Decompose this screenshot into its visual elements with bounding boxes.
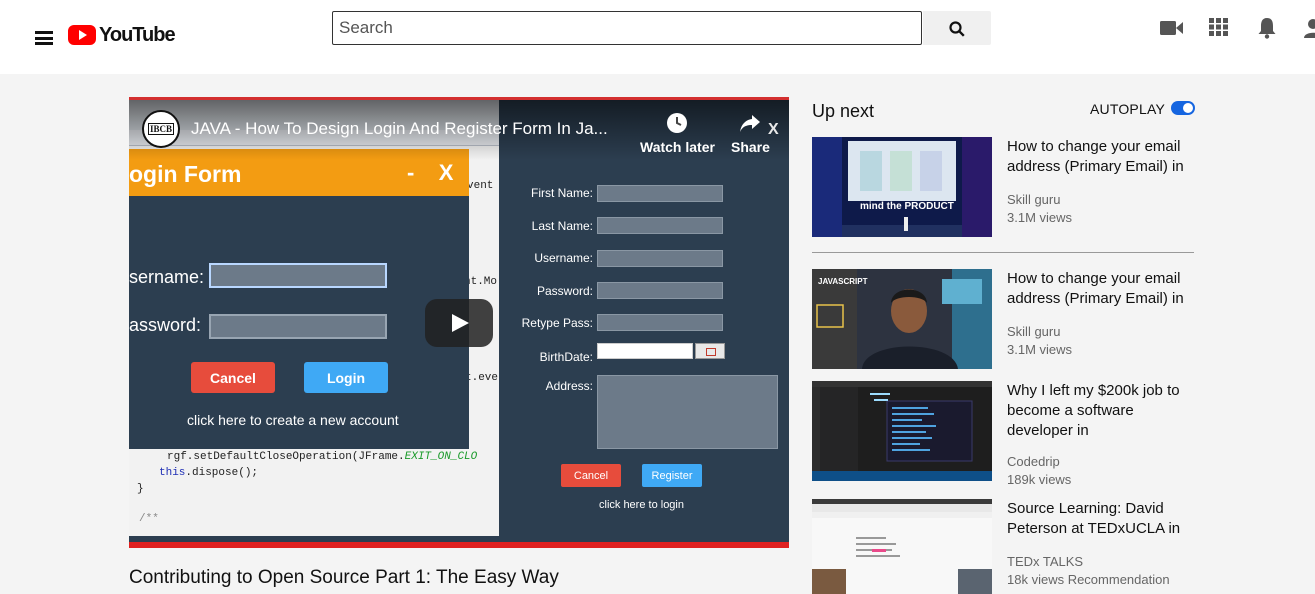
thumbnail-text: mind the PRODUCT	[860, 201, 954, 212]
share-label: Share	[731, 139, 770, 155]
channel-name[interactable]: TEDx TALKS	[1007, 554, 1083, 569]
calendar-icon	[695, 343, 725, 359]
recommendation-item[interactable]: JAVASCRIPT How to change your email addr…	[812, 269, 1194, 369]
stage-thumbnail-image	[812, 137, 992, 237]
username-field	[597, 250, 723, 267]
username-field	[209, 263, 387, 288]
code-text: t.eve	[465, 372, 499, 384]
register-cancel-button: Cancel	[561, 464, 621, 487]
code-text: }	[137, 483, 144, 495]
share-icon	[740, 115, 761, 132]
video-thumbnail[interactable]: JAVASCRIPT	[812, 269, 992, 369]
view-count: 18k views Recommendation	[1007, 572, 1170, 587]
code-line: rgf.setDefaultCloseOperation(JFrame.EXIT…	[167, 451, 477, 463]
youtube-play-icon	[68, 25, 96, 45]
search-input[interactable]	[332, 11, 922, 45]
password-field	[209, 314, 387, 339]
progress-bar[interactable]	[129, 542, 789, 548]
video-thumbnail[interactable]: mind the PRODUCT	[812, 137, 992, 237]
view-count: 3.1M views	[1007, 342, 1073, 357]
code-line: this.dispose();	[159, 467, 258, 479]
login-window-controls: - X	[407, 160, 454, 185]
first-name-label: First Name:	[530, 186, 593, 200]
code-constant: EXIT_ON_CLO	[404, 451, 478, 463]
bell-icon[interactable]	[1257, 17, 1277, 39]
masthead: YouTube	[0, 0, 1315, 74]
channel-name[interactable]: Skill guru	[1007, 192, 1060, 207]
video-title: Contributing to Open Source Part 1: The …	[129, 567, 559, 588]
code-text: rgf.setDefaultCloseOperation(JFrame.	[167, 451, 405, 463]
retype-pass-field	[597, 314, 723, 331]
cancel-button: Cancel	[191, 362, 275, 393]
username-label: Username:	[534, 251, 593, 265]
video-camera-icon[interactable]	[1160, 20, 1184, 36]
first-name-field	[597, 185, 723, 202]
view-count: 189k views	[1007, 472, 1072, 487]
autoplay-label: AUTOPLAY	[1090, 101, 1165, 117]
channel-name[interactable]: Skill guru	[1007, 324, 1060, 339]
recommendation-title[interactable]: Source Learning: David Peterson at TEDxU…	[1007, 499, 1195, 539]
code-editor-thumbnail-image	[812, 381, 992, 481]
apps-grid-icon[interactable]	[1209, 18, 1229, 36]
password-field	[597, 282, 723, 299]
create-account-link: click here to create a new account	[187, 412, 399, 428]
login-link: click here to login	[599, 499, 684, 511]
menu-icon[interactable]	[35, 31, 53, 45]
clock-icon	[667, 113, 688, 133]
login-form-title: ogin Form	[129, 161, 242, 187]
search-button[interactable]	[923, 11, 991, 45]
logo-text: YouTube	[99, 23, 176, 46]
document-thumbnail-image	[812, 499, 992, 594]
recommendation-title[interactable]: Why I left my $200k job to become a soft…	[1007, 381, 1195, 441]
recommendation-item[interactable]: Source Learning: David Peterson at TEDxU…	[812, 499, 1194, 594]
recommendation-title[interactable]: How to change your email address (Primar…	[1007, 137, 1195, 177]
address-field	[597, 375, 778, 449]
player-video-title[interactable]: JAVA - How To Design Login And Register …	[191, 119, 608, 139]
code-text: vent	[467, 180, 494, 192]
thumbnail-text: JAVASCRIPT	[818, 277, 868, 286]
divider	[812, 252, 1194, 253]
birthdate-field	[597, 343, 693, 359]
share-button[interactable]: Share	[731, 109, 770, 155]
login-button: Login	[304, 362, 388, 393]
channel-badge: IBCB	[147, 123, 174, 135]
address-label: Address:	[545, 379, 593, 393]
watch-later-button[interactable]: Watch later	[640, 109, 715, 155]
video-thumbnail[interactable]	[812, 381, 992, 481]
login-form-window: ogin Form - X sername: assword: Cancel L…	[129, 149, 469, 449]
code-text: /**	[139, 513, 159, 525]
code-text: .dispose();	[185, 467, 259, 479]
recommendation-item[interactable]: mind the PRODUCT How to change your emai…	[812, 137, 1194, 237]
account-icon[interactable]	[1304, 18, 1315, 38]
autoplay-toggle[interactable]	[1171, 101, 1195, 115]
up-next-heading: Up next	[812, 101, 875, 121]
youtube-logo[interactable]: YouTube	[68, 23, 176, 46]
search-icon	[949, 21, 965, 37]
close-overlay-icon[interactable]: X	[768, 121, 779, 139]
recommendation-item[interactable]: Why I left my $200k job to become a soft…	[812, 381, 1195, 487]
watch-later-label: Watch later	[640, 139, 715, 155]
retype-pass-label: Retype Pass:	[521, 316, 593, 330]
register-form-window: First Name: Last Name: Username: Passwor…	[499, 113, 789, 532]
register-button: Register	[642, 464, 702, 487]
video-player[interactable]: vent nt.Mo t.eve rgf.setDefaultCloseOper…	[129, 97, 789, 548]
birthdate-label: BirthDate:	[539, 350, 593, 364]
last-name-label: Last Name:	[531, 219, 593, 233]
view-count: 3.1M views	[1007, 210, 1073, 225]
password-label: assword:	[129, 315, 202, 335]
username-label: sername:	[129, 267, 205, 287]
code-keyword: this	[159, 467, 186, 479]
channel-avatar[interactable]: IBCB	[142, 110, 180, 148]
last-name-field	[597, 217, 723, 234]
password-label: Password:	[536, 284, 593, 298]
play-button[interactable]	[425, 299, 493, 347]
channel-name[interactable]: Codedrip	[1007, 454, 1060, 469]
recommendation-title[interactable]: How to change your email address (Primar…	[1007, 269, 1195, 309]
video-thumbnail[interactable]	[812, 499, 992, 594]
